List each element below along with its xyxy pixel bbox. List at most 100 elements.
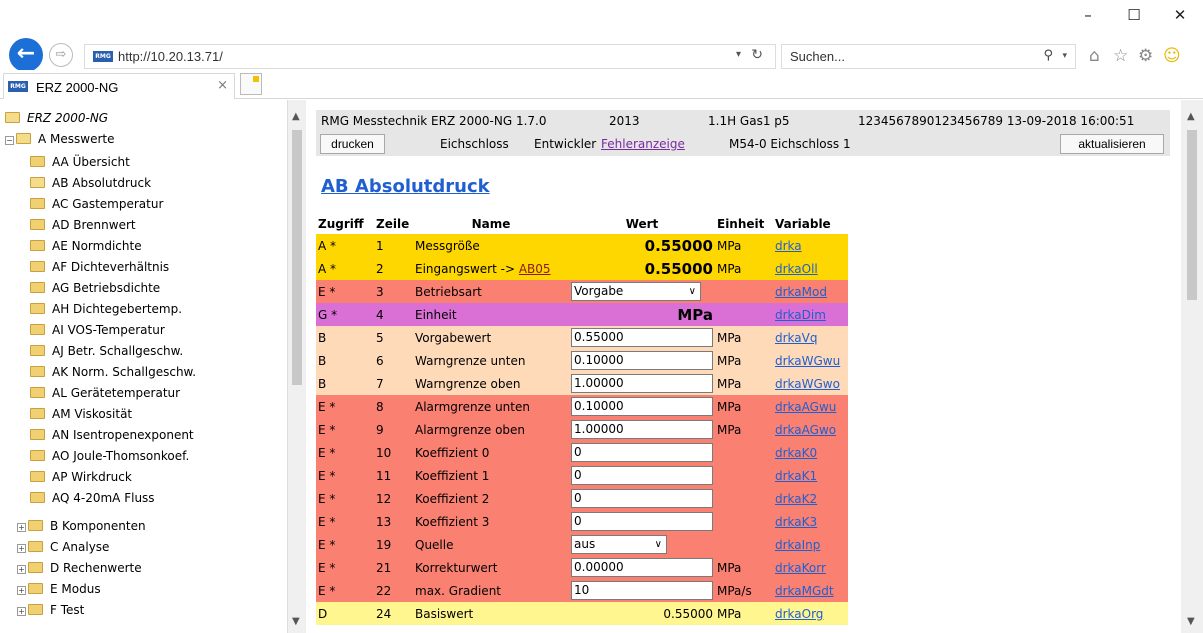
value-input[interactable]: 0 [571, 466, 713, 485]
url-bar[interactable]: RMG http://10.20.13.71/ ▾ ↻ [84, 44, 776, 69]
tree-item[interactable]: AN Isentropenexponent [30, 425, 194, 445]
tree-item[interactable]: AG Betriebsdichte [30, 278, 160, 298]
value-input[interactable]: 0 [571, 443, 713, 462]
search-dropdown-icon[interactable]: ▾ [1062, 51, 1067, 61]
back-arrow-icon[interactable]: ← [9, 38, 43, 72]
collapse-icon[interactable]: − [5, 136, 14, 145]
reference-link[interactable]: AB05 [519, 262, 551, 276]
smiley-feedback-icon[interactable]: ☺ [1163, 46, 1181, 66]
tree-group-a[interactable]: − A Messwerte [5, 129, 114, 149]
print-button[interactable]: drucken [320, 134, 385, 154]
scroll-down-icon[interactable]: ▼ [292, 616, 300, 627]
variable-link[interactable]: drkaKorr [773, 556, 848, 579]
col-zeile: Zeile [376, 217, 410, 231]
tree-item[interactable]: AM Viskosität [30, 404, 132, 424]
tree-item[interactable]: AQ 4-20mA Fluss [30, 488, 155, 508]
favorites-star-icon[interactable]: ☆ [1113, 46, 1128, 66]
variable-link[interactable]: drkaWGwu [773, 349, 848, 372]
tree-item[interactable]: AL Gerätetemperatur [30, 383, 180, 403]
tree-item[interactable]: AE Normdichte [30, 236, 142, 256]
expand-icon[interactable]: + [17, 544, 26, 553]
value-input[interactable]: 1.00000 [571, 420, 713, 439]
tree-item[interactable]: AH Dichtegebertemp. [30, 299, 182, 319]
tree-group-label: F Test [50, 603, 85, 617]
page-title[interactable]: AB Absolutdruck [321, 176, 490, 197]
tree-group[interactable]: + C Analyse [17, 537, 109, 557]
home-icon[interactable]: ⌂ [1089, 46, 1100, 66]
refresh-icon[interactable]: ↻ [751, 47, 763, 63]
variable-link[interactable]: drkaWGwo [773, 372, 848, 395]
fehleranzeige-link[interactable]: Fehleranzeige [601, 133, 685, 155]
name-text: Warngrenze unten [415, 353, 526, 368]
tree-item[interactable]: AC Gastemperatur [30, 194, 163, 214]
variable-link[interactable]: drkaOrg [773, 602, 848, 625]
tab-erz[interactable]: RMG ERZ 2000-NG × [3, 73, 235, 99]
variable-link[interactable]: drka [773, 234, 848, 257]
value-input[interactable]: 0 [571, 512, 713, 531]
url-text[interactable]: http://10.20.13.71/ [118, 49, 223, 64]
value-input[interactable]: 0.00000 [571, 558, 713, 577]
variable-link[interactable]: drkaAGwo [773, 418, 848, 441]
refresh-button[interactable]: aktualisieren [1060, 134, 1164, 154]
tree-scrollbar[interactable]: ▲ ▼ [288, 100, 306, 633]
value-input[interactable]: 0 [571, 489, 713, 508]
forward-arrow-icon[interactable]: ⇨ [49, 43, 73, 67]
settings-gear-icon[interactable]: ⚙ [1138, 46, 1153, 66]
variable-link[interactable]: drkaInp [773, 533, 848, 556]
tree-item[interactable]: AK Norm. Schallgeschw. [30, 362, 196, 382]
variable-link[interactable]: drkaAGwu [773, 395, 848, 418]
variable-link[interactable]: drkaDim [773, 303, 848, 326]
tree-item[interactable]: AB Absolutdruck [30, 173, 151, 193]
tree-item[interactable]: AP Wirkdruck [30, 467, 132, 487]
variable-link[interactable]: drkaK3 [773, 510, 848, 533]
tree-item[interactable]: AD Brennwert [30, 215, 136, 235]
tree-root[interactable]: ERZ 2000-NG [5, 108, 108, 128]
variable-link[interactable]: drkaMGdt [773, 579, 848, 602]
content-scrollbar[interactable]: ▲ ▼ [1181, 100, 1203, 633]
expand-icon[interactable]: + [17, 565, 26, 574]
value-input[interactable]: 0.10000 [571, 397, 713, 416]
tab-close-icon[interactable]: × [217, 78, 228, 93]
close-icon[interactable]: ✕ [1157, 0, 1203, 30]
tree-group[interactable]: + D Rechenwerte [17, 558, 142, 578]
variable-link[interactable]: drkaK1 [773, 464, 848, 487]
search-icon[interactable]: ⚲ [1043, 48, 1053, 63]
value-input[interactable]: 0.55000 [571, 328, 713, 347]
search-input[interactable]: Suchen... [790, 49, 845, 64]
tree-group[interactable]: + E Modus [17, 579, 101, 599]
url-dropdown-icon[interactable]: ▾ [736, 49, 741, 60]
maximize-icon[interactable]: ☐ [1111, 0, 1157, 30]
value-input[interactable]: 1.00000 [571, 374, 713, 393]
tab-row: RMG ERZ 2000-NG × [0, 70, 1203, 99]
tree-group[interactable]: + F Test [17, 600, 84, 620]
scroll-up-icon[interactable]: ▲ [292, 111, 300, 122]
tree-item[interactable]: AI VOS-Temperatur [30, 320, 165, 340]
tree-item[interactable]: AA Übersicht [30, 152, 130, 172]
scroll-down-icon[interactable]: ▼ [1187, 616, 1195, 627]
variable-link[interactable]: drkaMod [773, 280, 848, 303]
value-select[interactable]: aus ∨ [571, 535, 667, 554]
tree-group[interactable]: + B Komponenten [17, 516, 146, 536]
minimize-icon[interactable]: – [1065, 0, 1111, 30]
tree-item[interactable]: AF Dichteverhältnis [30, 257, 169, 277]
variable-link[interactable]: drkaOll [773, 257, 848, 280]
tree-item-label: AG Betriebsdichte [52, 281, 161, 295]
value-cell: 0.55000 [644, 259, 713, 278]
variable-link[interactable]: drkaK2 [773, 487, 848, 510]
table-row: E * 13 Koeffizient 3 0 drkaK3 [316, 510, 848, 533]
content-scroll-thumb[interactable] [1187, 130, 1197, 300]
tree-scroll-thumb[interactable] [292, 130, 302, 385]
expand-icon[interactable]: + [17, 607, 26, 616]
value-input[interactable]: 0.10000 [571, 351, 713, 370]
scroll-up-icon[interactable]: ▲ [1187, 111, 1195, 122]
new-tab-icon[interactable] [240, 73, 262, 95]
tree-item[interactable]: AO Joule-Thomsonkoef. [30, 446, 189, 466]
value-input[interactable]: 10 [571, 581, 713, 600]
variable-link[interactable]: drkaVq [773, 326, 848, 349]
expand-icon[interactable]: + [17, 586, 26, 595]
tree-item[interactable]: AJ Betr. Schallgeschw. [30, 341, 183, 361]
value-select[interactable]: Vorgabe ∨ [571, 282, 701, 301]
expand-icon[interactable]: + [17, 523, 26, 532]
search-bar[interactable]: Suchen... ⚲ ▾ [781, 44, 1076, 69]
variable-link[interactable]: drkaK0 [773, 441, 848, 464]
